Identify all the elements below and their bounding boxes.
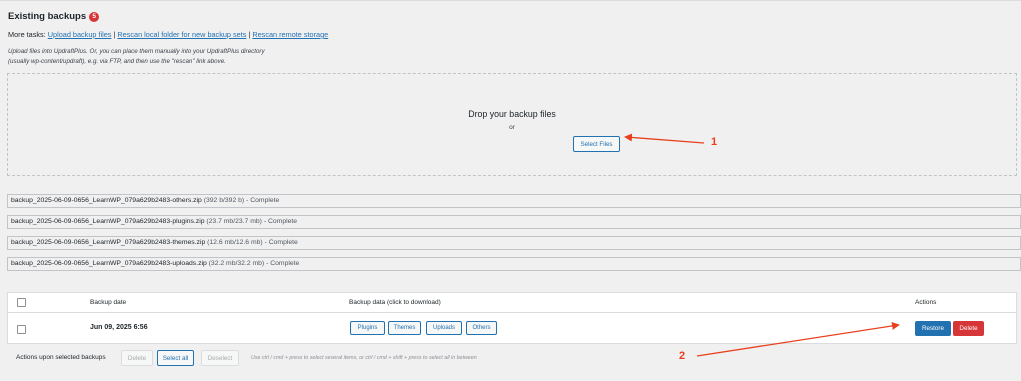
annotation-number-2: 2: [679, 350, 686, 362]
arrow-to-restore: [696, 321, 900, 357]
annotation-number-1: 1: [711, 136, 718, 148]
arrow-to-select-files: [624, 133, 705, 144]
annotation-arrows: [624, 133, 900, 357]
